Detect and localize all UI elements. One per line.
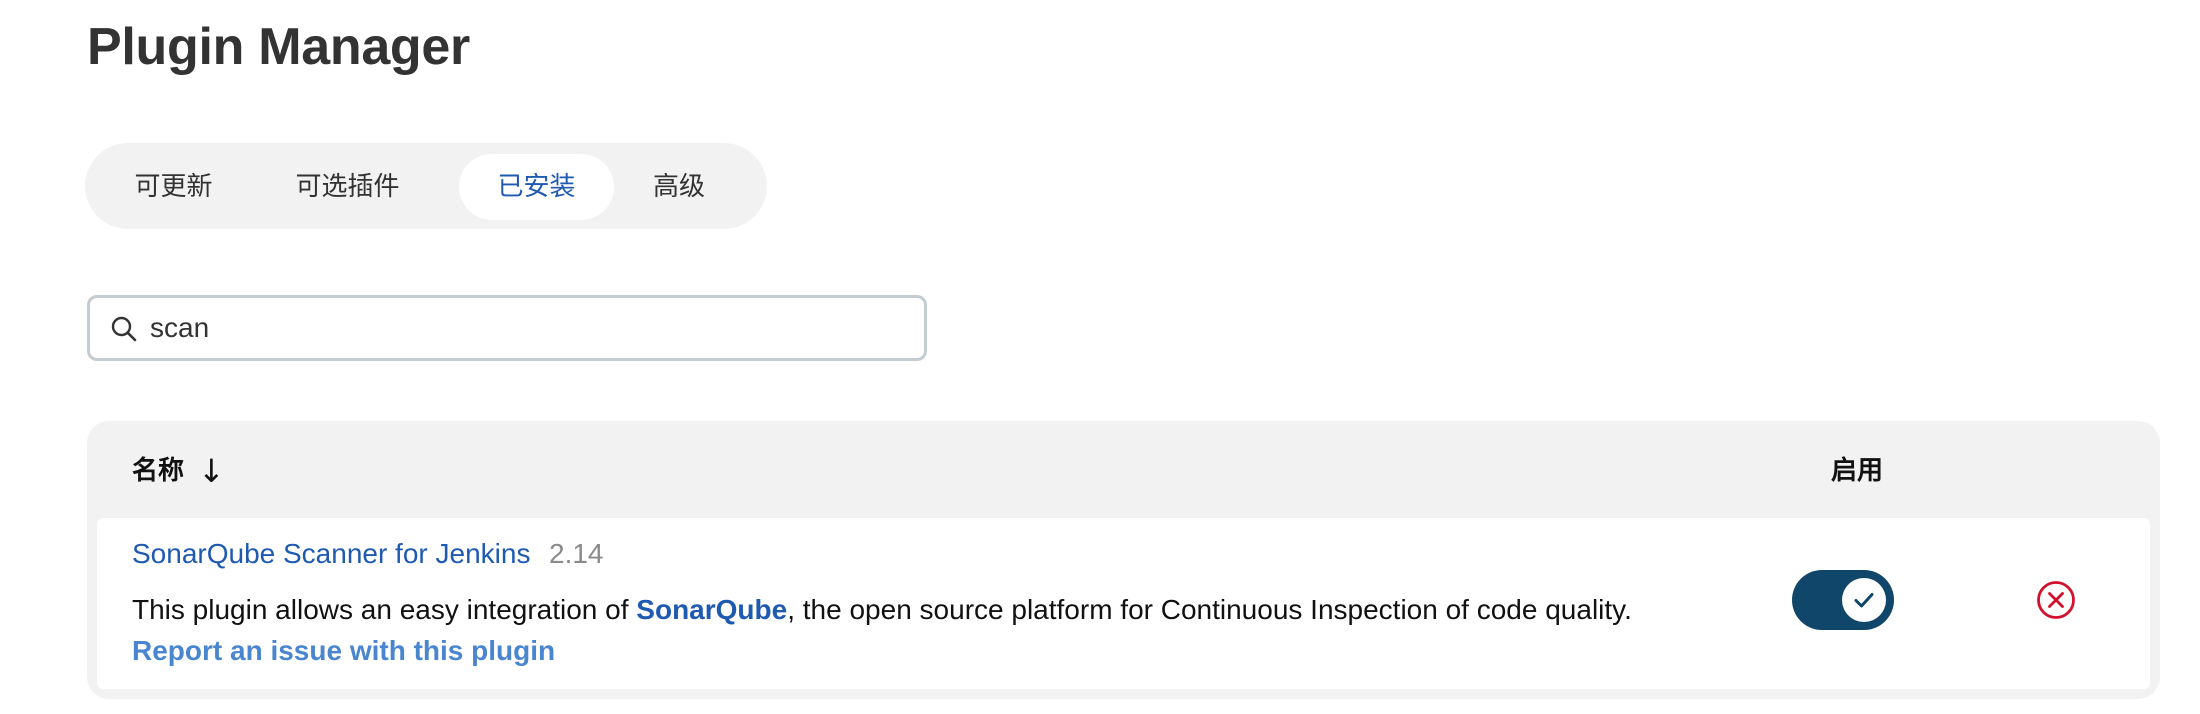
plugin-version: 2.14 [549,538,604,569]
close-circle-icon [2037,581,2075,619]
search-icon [110,315,138,343]
plugin-description-text-before: This plugin allows an easy integration o… [132,594,637,625]
sonarqube-link[interactable]: SonarQube [636,594,787,625]
column-header-name[interactable]: 名称 ↓ [132,451,225,491]
tab-bar: 可更新 可选插件 已安装 高级 [85,143,767,229]
plugin-description: This plugin allows an easy integration o… [132,592,1632,628]
sort-down-icon: ↓ [198,452,225,490]
tab-installed[interactable]: 已安装 [459,154,614,220]
plugin-description-text-after: , the open source platform for Continuou… [787,594,1632,625]
search-box [87,295,927,361]
table-row: SonarQube Scanner for Jenkins 2.14 This … [97,518,2150,689]
search-input[interactable] [150,304,910,352]
enable-toggle[interactable] [1792,570,1894,630]
tab-updates[interactable]: 可更新 [101,154,246,220]
tab-available-plugins[interactable]: 可选插件 [260,154,435,220]
toggle-knob [1842,578,1886,622]
plugins-table: 名称 ↓ 启用 SonarQube Scanner for Jenkins 2.1… [87,421,2160,699]
checkmark-icon [1854,593,1874,608]
column-header-name-label: 名称 [132,456,185,486]
page-title: Plugin Manager [87,18,470,76]
plugin-name-link[interactable]: SonarQube Scanner for Jenkins [132,536,530,572]
report-issue-link[interactable]: Report an issue with this plugin [132,633,555,669]
plugin-manager-page: Plugin Manager 可更新 可选插件 已安装 高级 名称 ↓ 启用 So… [0,0,2200,714]
uninstall-button[interactable] [2036,580,2076,620]
column-header-enabled: 启用 [1831,456,1884,486]
tab-advanced[interactable]: 高级 [624,154,734,220]
